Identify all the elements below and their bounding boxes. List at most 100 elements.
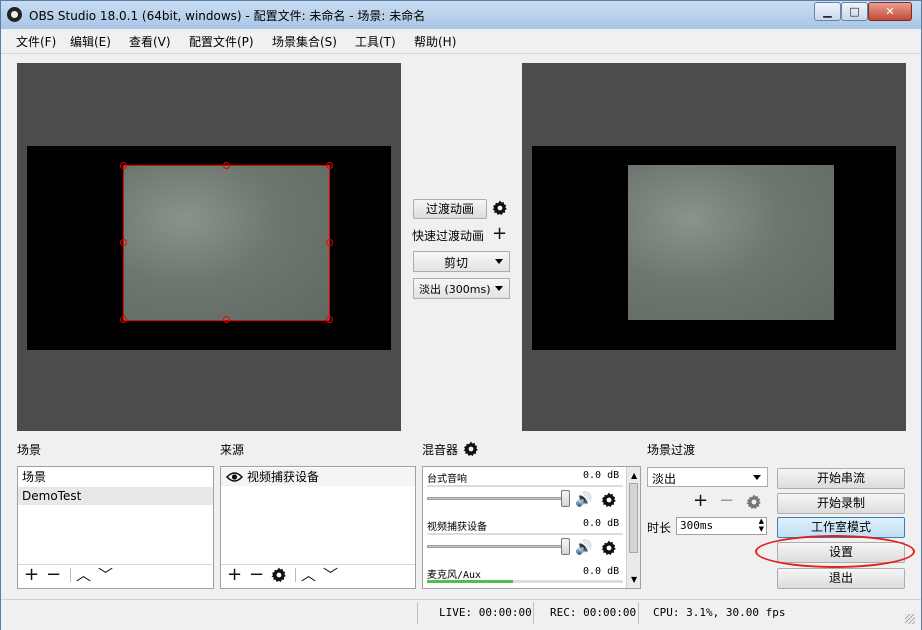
minimize-button[interactable]: ▁ xyxy=(814,2,841,21)
scenes-list[interactable]: 场景 DemoTest + − ︿ ﹀ xyxy=(17,466,214,589)
source-name: 视频捕获设备 xyxy=(247,470,320,484)
fade-transition-value: 淡出 (300ms) xyxy=(419,283,491,296)
volume-slider-track[interactable] xyxy=(427,545,567,548)
chevron-down-icon xyxy=(495,259,503,264)
fade-transition-select[interactable]: 淡出 (300ms) xyxy=(413,278,510,299)
exit-button[interactable]: 退出 xyxy=(777,568,905,589)
scene-transitions-label: 场景过渡 xyxy=(647,443,696,457)
resize-grip-icon[interactable] xyxy=(905,614,915,624)
move-source-up-icon[interactable]: ︿ xyxy=(301,566,316,584)
channel-gear-icon[interactable] xyxy=(601,492,617,508)
close-button[interactable]: ✕ xyxy=(868,2,912,21)
remove-transition-icon[interactable]: − xyxy=(719,492,734,510)
menu-bar: 文件(F) 编辑(E) 查看(V) 配置文件(P) 场景集合(S) 工具(T) … xyxy=(1,29,921,54)
source-selection-box[interactable] xyxy=(123,165,330,321)
status-separator xyxy=(417,602,418,624)
resize-handle-left[interactable] xyxy=(120,239,127,246)
scroll-up-icon[interactable]: ▲ xyxy=(631,471,637,480)
cpu-fps-status: CPU: 3.1%, 30.00 fps xyxy=(653,606,786,619)
menu-tools[interactable]: 工具(T) xyxy=(355,33,396,50)
mixer-label: 混音器 xyxy=(422,443,459,457)
volume-slider-thumb[interactable] xyxy=(561,538,570,555)
menu-scene-collection[interactable]: 场景集合(S) xyxy=(272,33,337,50)
list-item[interactable]: 视频捕获设备 xyxy=(221,468,415,486)
channel-gear-icon[interactable] xyxy=(601,540,617,556)
mixer-scrollbar[interactable]: ▲ ▼ xyxy=(626,467,640,588)
speaker-icon[interactable]: 🔊 xyxy=(575,491,592,509)
resize-handle-top-left[interactable] xyxy=(120,162,127,169)
duration-value: 300ms xyxy=(680,519,714,532)
add-transition-icon[interactable]: + xyxy=(693,492,708,510)
toolbar-separator xyxy=(295,568,296,582)
window-title: OBS Studio 18.0.1 (64bit, windows) - 配置文… xyxy=(29,9,426,23)
mixer-channel-level: 0.0 dB xyxy=(583,518,620,529)
resize-handle-bottom-right[interactable] xyxy=(326,316,333,323)
audio-mixer[interactable]: 台式音响 0.0 dB 🔊 视频捕获设备 0.0 dB 🔊 麦克风/Aux 0.… xyxy=(422,466,641,589)
settings-highlight-annotation xyxy=(755,535,915,568)
add-source-icon[interactable]: + xyxy=(227,566,242,584)
rec-timer: REC: 00:00:00 xyxy=(550,606,637,619)
start-recording-button[interactable]: 开始录制 xyxy=(777,493,905,514)
menu-view[interactable]: 查看(V) xyxy=(129,33,171,50)
add-quick-transition-icon[interactable]: + xyxy=(492,225,507,243)
obs-window: OBS Studio 18.0.1 (64bit, windows) - 配置文… xyxy=(0,0,922,630)
chevron-down-icon xyxy=(753,475,761,480)
add-scene-icon[interactable]: + xyxy=(24,566,39,584)
duration-label: 时长 xyxy=(647,521,672,535)
mixer-channel-name: 麦克风/Aux xyxy=(427,570,482,581)
volume-meter xyxy=(427,580,623,583)
mixer-channel-name: 台式音响 xyxy=(427,474,467,485)
remove-source-icon[interactable]: − xyxy=(249,566,264,584)
spin-down-icon[interactable]: ▼ xyxy=(759,525,764,533)
toolbar-separator xyxy=(70,568,71,582)
start-streaming-button[interactable]: 开始串流 xyxy=(777,468,905,489)
resize-handle-bottom[interactable] xyxy=(223,316,230,323)
sources-label: 来源 xyxy=(220,443,245,457)
transition-button[interactable]: 过渡动画 xyxy=(413,199,487,219)
quick-transitions-label: 快速过渡动画 xyxy=(412,229,485,243)
program-video-source xyxy=(628,165,834,320)
move-scene-up-icon[interactable]: ︿ xyxy=(76,566,91,584)
transition-properties-gear-icon[interactable] xyxy=(746,494,762,510)
mixer-scrollbar-thumb[interactable] xyxy=(629,483,638,553)
menu-edit[interactable]: 编辑(E) xyxy=(70,33,111,50)
mixer-channel-level: 0.0 dB xyxy=(583,566,620,577)
menu-file[interactable]: 文件(F) xyxy=(16,33,56,50)
source-properties-gear-icon[interactable] xyxy=(271,567,287,583)
resize-handle-top-right[interactable] xyxy=(326,162,333,169)
chevron-down-icon xyxy=(495,286,503,291)
spin-up-icon[interactable]: ▲ xyxy=(759,517,764,525)
duration-spinbox[interactable]: 300ms ▲ ▼ xyxy=(676,517,767,535)
resize-handle-bottom-left[interactable] xyxy=(120,316,127,323)
sources-list[interactable]: 视频捕获设备 + − ︿ ﹀ xyxy=(220,466,416,589)
cut-transition-select[interactable]: 剪切 xyxy=(413,251,510,272)
volume-meter xyxy=(427,533,623,535)
resize-handle-right[interactable] xyxy=(326,239,333,246)
program-panel[interactable] xyxy=(522,63,906,431)
volume-meter-level xyxy=(427,580,513,583)
transition-gear-icon[interactable] xyxy=(492,200,508,216)
scroll-down-icon[interactable]: ▼ xyxy=(631,575,637,584)
remove-scene-icon[interactable]: − xyxy=(46,566,61,584)
maximize-button[interactable]: □ xyxy=(841,2,868,21)
scene-transition-value: 淡出 xyxy=(652,472,677,486)
scene-transition-select[interactable]: 淡出 xyxy=(647,467,768,487)
volume-slider-track[interactable] xyxy=(427,497,567,500)
cut-transition-value: 剪切 xyxy=(444,256,469,270)
list-item[interactable]: DemoTest xyxy=(18,487,213,505)
scenes-label: 场景 xyxy=(17,443,42,457)
preview-panel[interactable] xyxy=(17,63,401,431)
status-bar: LIVE: 00:00:00 REC: 00:00:00 CPU: 3.1%, … xyxy=(1,599,921,630)
list-item[interactable]: 场景 xyxy=(18,468,213,486)
volume-slider-thumb[interactable] xyxy=(561,490,570,507)
menu-help[interactable]: 帮助(H) xyxy=(414,33,456,50)
mixer-gear-icon[interactable] xyxy=(463,441,479,457)
title-bar[interactable]: OBS Studio 18.0.1 (64bit, windows) - 配置文… xyxy=(1,1,921,29)
move-source-down-icon[interactable]: ﹀ xyxy=(323,566,338,584)
resize-handle-top[interactable] xyxy=(223,162,230,169)
eye-icon[interactable] xyxy=(226,471,243,483)
menu-profile[interactable]: 配置文件(P) xyxy=(189,33,254,50)
move-scene-down-icon[interactable]: ﹀ xyxy=(98,566,113,584)
speaker-icon[interactable]: 🔊 xyxy=(575,539,592,557)
volume-meter xyxy=(427,485,623,487)
